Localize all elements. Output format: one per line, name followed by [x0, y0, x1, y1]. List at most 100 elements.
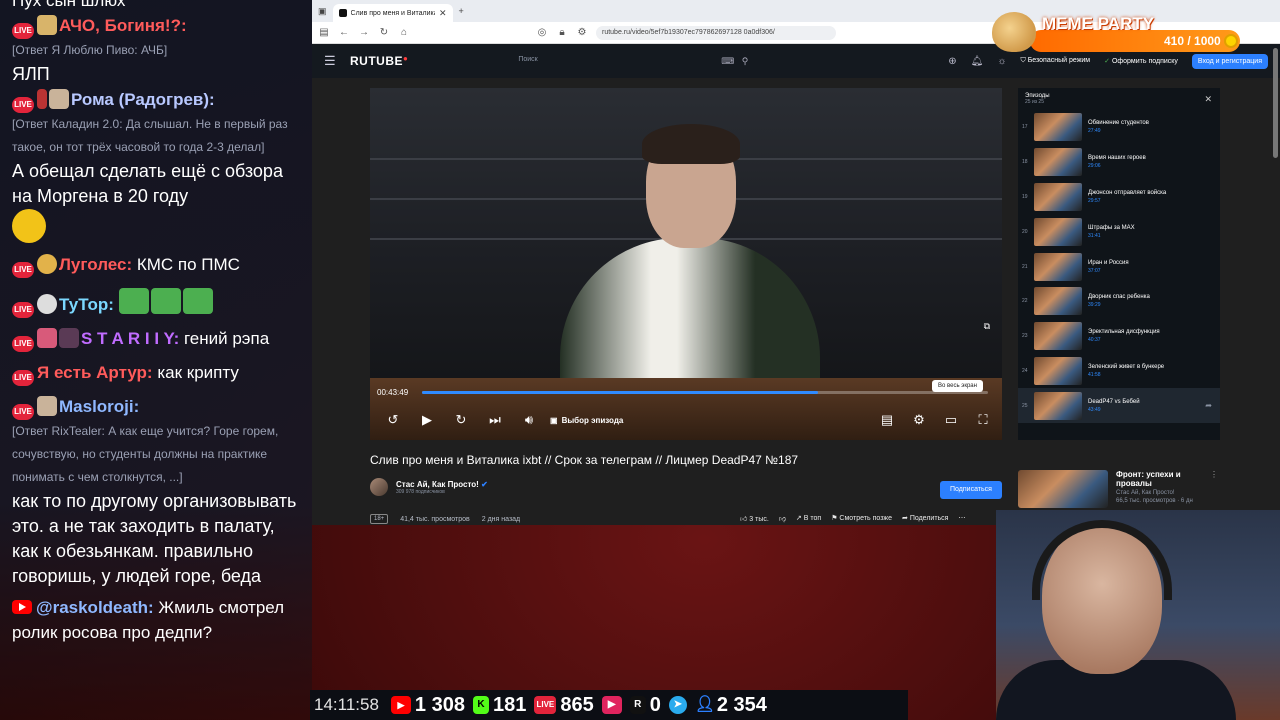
next-icon[interactable]: ⏭: [488, 412, 502, 428]
rutube-logo[interactable]: RUTUBE●: [350, 54, 408, 68]
play-icon[interactable]: ▶: [420, 412, 434, 428]
thumbnail[interactable]: [1034, 356, 1082, 385]
progress-fill: [422, 391, 819, 394]
live-badge-icon: LIVE: [12, 336, 34, 352]
thumbnail[interactable]: [1034, 182, 1082, 211]
thumbnail[interactable]: [1034, 148, 1082, 177]
keyboard-icon[interactable]: ⌨: [721, 56, 734, 66]
menu-icon[interactable]: ☰: [324, 53, 338, 69]
theme-icon[interactable]: ☼: [997, 56, 1006, 67]
fullscreen-tooltip: Во весь экран: [932, 380, 983, 392]
forward-icon[interactable]: ↻: [454, 412, 468, 428]
episode-duration: 27:49: [1088, 128, 1101, 135]
chat-nick: Masloroji:: [59, 397, 140, 416]
episode-item[interactable]: 20 Штрафы за MAX 31:41: [1018, 214, 1220, 249]
episode-item[interactable]: 25 DeadP47 vs Бебей 43:49 ➦: [1018, 388, 1220, 424]
watch-later-button[interactable]: ⚑ Смотреть позже: [831, 514, 892, 523]
thumbnail[interactable]: [1034, 217, 1082, 246]
chat-body: ЯЛП: [12, 64, 50, 84]
youtube-badge-icon: [12, 600, 32, 614]
rutube-icon: R: [629, 696, 646, 714]
progress-bar[interactable]: [422, 391, 988, 394]
episode-item[interactable]: 24 Зеленский живет в бункере 41:58: [1018, 354, 1220, 389]
thumbnail[interactable]: [1018, 470, 1108, 508]
episode-item[interactable]: 21 Иран и Россия 37:07: [1018, 249, 1220, 284]
dislike-button[interactable]: 👎︎: [779, 514, 786, 523]
gear-icon[interactable]: ⚙: [912, 412, 926, 428]
episode-number: 20: [1022, 228, 1028, 235]
close-icon[interactable]: ✕: [439, 8, 447, 19]
episode-item[interactable]: 22 Дворник спас ребенка 39:29: [1018, 284, 1220, 319]
chat-nick: Рома (Радогрев):: [71, 90, 215, 109]
episode-item[interactable]: 17 Обвинение студентов 27:49: [1018, 110, 1220, 145]
tab-menu-icon[interactable]: ▣: [318, 6, 327, 17]
episode-number: 17: [1022, 124, 1028, 131]
thumbnail[interactable]: [1034, 252, 1082, 281]
home-icon[interactable]: ⌂: [398, 27, 410, 38]
premium-button[interactable]: ✓ Оформить подписку: [1104, 57, 1178, 65]
thumbs-down-icon: 👎︎: [778, 516, 786, 523]
shield-icon[interactable]: ◎: [536, 27, 548, 38]
chat-message: LIVE АЧО, Богиня!?: [Ответ Я Люблю Пиво: …: [12, 13, 304, 87]
close-icon[interactable]: ✕: [1204, 94, 1212, 105]
safe-mode-button[interactable]: ⛉ Безопасный режим: [1021, 57, 1091, 65]
fullscreen-icon[interactable]: ⛶: [976, 412, 990, 428]
meme-party-widget: MEME PARTY 410 / 1000: [990, 12, 1248, 52]
chat-nick: @raskoldeath:: [36, 598, 154, 617]
video-actions: 👍︎ 3 тыс. 👎︎ ↗ В топ ⚑ Смотреть позже ➦ …: [740, 514, 965, 523]
login-button[interactable]: Вход и регистрация: [1191, 53, 1268, 69]
top-button[interactable]: ↗ В топ: [796, 514, 821, 523]
search-input[interactable]: Поиск ⌨ ⚲: [518, 56, 748, 67]
thumbnail[interactable]: [1034, 322, 1082, 351]
url-bar[interactable]: rutube.ru/video/5ef7b19307ec797862697128…: [596, 25, 836, 40]
like-button[interactable]: 👍︎ 3 тыс.: [740, 514, 769, 523]
headphones: [1032, 520, 1172, 600]
share-button[interactable]: ➦ Поделиться: [902, 514, 948, 523]
episode-item[interactable]: 23 Эректильная дисфункция 40:37: [1018, 319, 1220, 354]
rec-title[interactable]: Фронт: успехи и провалы: [1116, 470, 1196, 488]
search-icon[interactable]: ⚲: [742, 56, 749, 66]
browser-window: ▣ Слив про меня и Виталика ixbt ✕ + ▤ ← …: [312, 0, 1280, 525]
live-badge-icon: LIVE: [12, 262, 34, 278]
emote-icon: [37, 328, 57, 348]
video-player[interactable]: ⧉ 00:43:49 Во весь экран ↺ ▶ ↻ ⏭ 🔊︎ ▣ Выб…: [370, 88, 1002, 440]
sidebar-icon[interactable]: ▤: [318, 27, 330, 38]
pip-icon[interactable]: ⧉: [984, 321, 990, 332]
back-icon[interactable]: ←: [338, 27, 350, 38]
subtitles-icon[interactable]: ▤: [880, 412, 894, 428]
episode-item[interactable]: 19 Джонсон отправляет войска 29:57: [1018, 180, 1220, 215]
live-viewers: LIVE 865: [534, 694, 594, 717]
live-badge-icon: LIVE: [12, 97, 34, 113]
thumbnail[interactable]: [1034, 391, 1082, 420]
forward-icon[interactable]: →: [358, 27, 370, 38]
chat-message: LIVE Я есть Артур: как крипту: [12, 360, 304, 386]
site-settings-icon[interactable]: ⚙: [576, 27, 588, 38]
episode-number: 18: [1022, 159, 1028, 166]
rewind-icon[interactable]: ↺: [386, 412, 400, 428]
recommendation-card[interactable]: Фронт: успехи и провалы Стас Ай, Как Про…: [1018, 470, 1218, 508]
episode-title: Джонсон отправляет войска: [1088, 189, 1167, 196]
scrollbar[interactable]: [1273, 48, 1278, 158]
bell-icon[interactable]: 🔔︎: [971, 56, 984, 67]
more-icon[interactable]: ⋮: [1210, 470, 1218, 508]
episode-title: Иран и Россия: [1088, 259, 1129, 266]
episode-title: Штрафы за MAX: [1088, 224, 1135, 231]
upload-icon[interactable]: ⊕: [948, 56, 956, 67]
episode-select-button[interactable]: ▣ Выбор эпизода: [550, 416, 623, 425]
avatar[interactable]: [370, 478, 388, 496]
thumbnail[interactable]: [1034, 287, 1082, 316]
volume-icon[interactable]: 🔊︎: [522, 412, 536, 428]
chat-message: LIVE Луголес: КМС по ПМС: [12, 252, 304, 278]
thumbnail[interactable]: [1034, 113, 1082, 142]
total-viewers: 👤︎ 2 354: [694, 693, 767, 716]
channel-name[interactable]: Стас Ай, Как Просто! ✔: [396, 480, 488, 489]
more-icon[interactable]: ⋯: [958, 514, 965, 523]
episode-item[interactable]: 18 Время наших героев 29:06: [1018, 145, 1220, 180]
tab-rutube[interactable]: Слив про меня и Виталика ixbt ✕: [332, 4, 453, 22]
new-tab-icon[interactable]: +: [459, 6, 464, 16]
theater-icon[interactable]: ▭: [944, 412, 958, 428]
share-icon[interactable]: ➦: [1205, 401, 1212, 410]
subscribe-button[interactable]: Подписаться: [940, 481, 1002, 499]
rec-views: 66,5 тыс. просмотров · 6 дн: [1116, 498, 1193, 504]
reload-icon[interactable]: ↻: [378, 27, 390, 38]
